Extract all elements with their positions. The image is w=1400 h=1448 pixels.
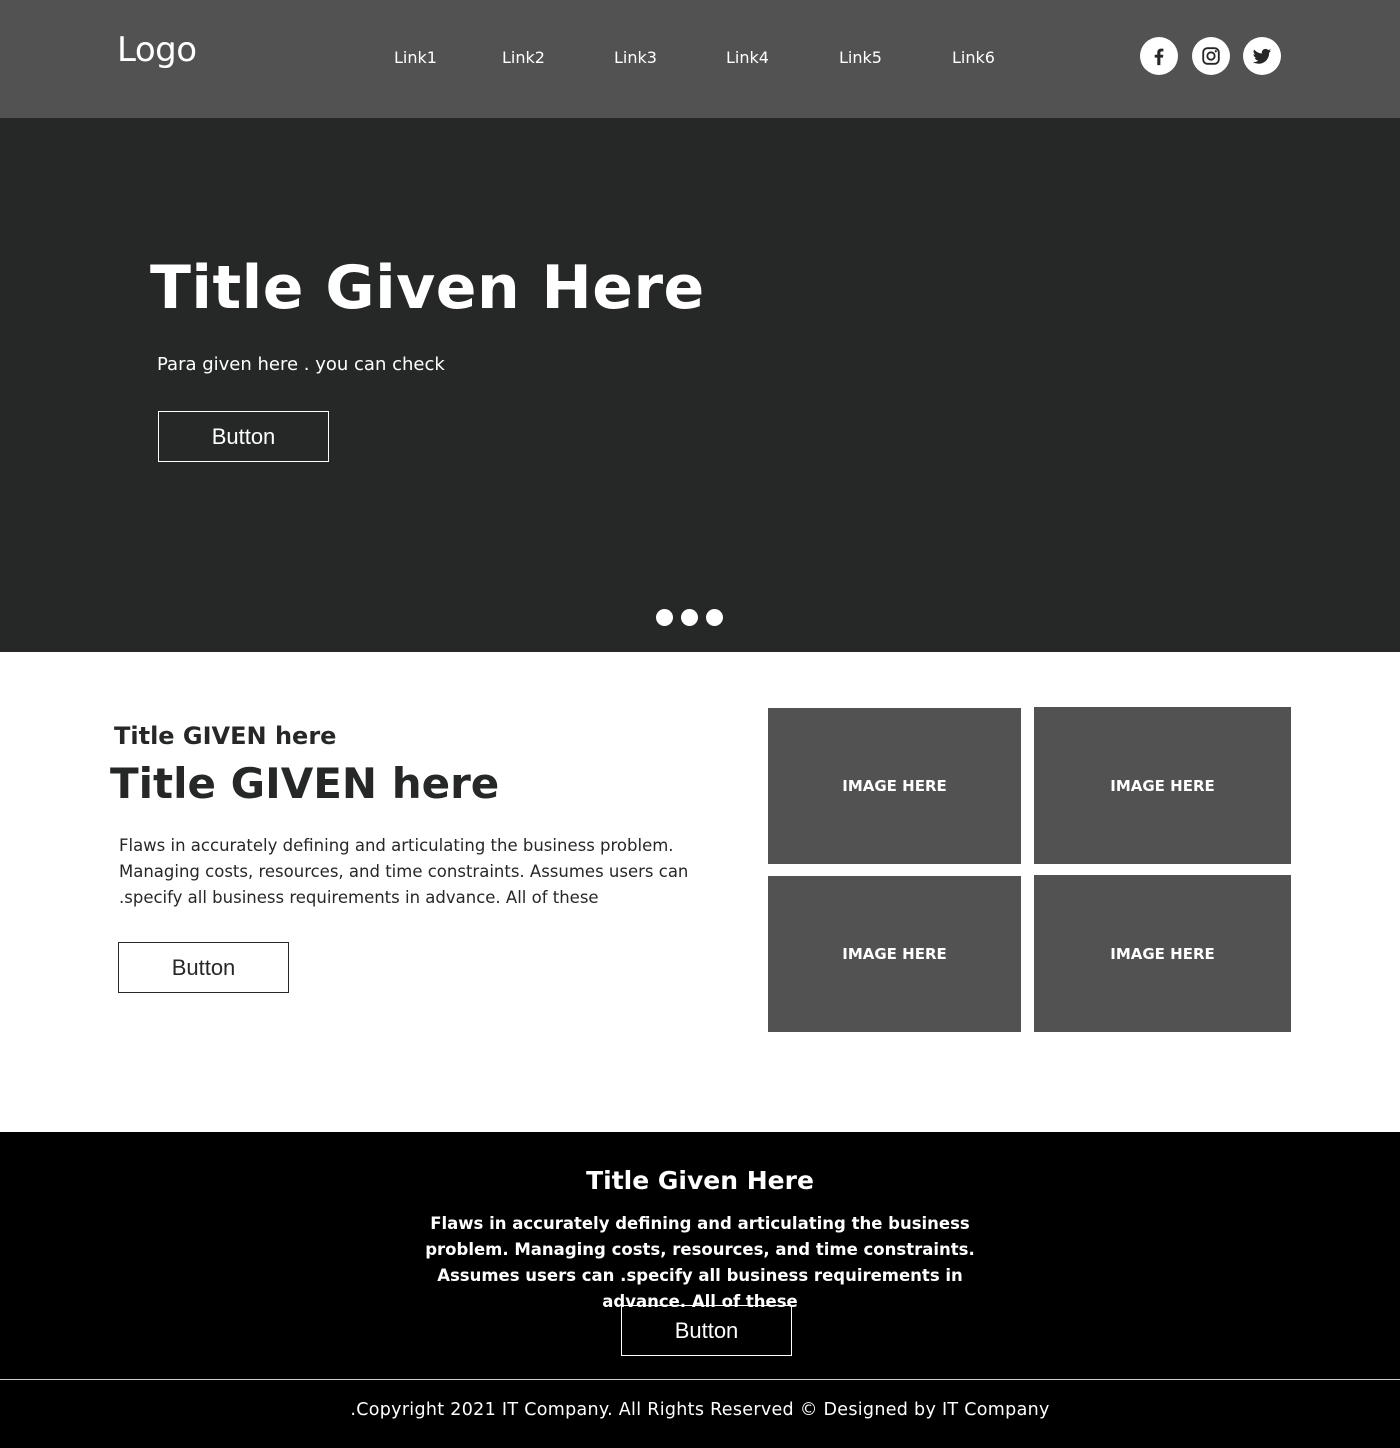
nav-link-5[interactable]: Link5 bbox=[839, 48, 882, 67]
image-placeholder-1: IMAGE HERE bbox=[768, 708, 1021, 864]
section-subtitle: Title GIVEN here bbox=[114, 722, 337, 750]
nav-link-1[interactable]: Link1 bbox=[394, 48, 437, 67]
hero-section: Title Given Here Para given here . you c… bbox=[0, 118, 1400, 652]
hero-button[interactable]: Button bbox=[158, 411, 329, 462]
site-footer: Title Given Here Flaws in accurately def… bbox=[0, 1132, 1400, 1448]
section-paragraph: Flaws in accurately defining and articul… bbox=[119, 836, 689, 907]
slider-dot-1[interactable] bbox=[656, 609, 673, 626]
instagram-icon[interactable] bbox=[1192, 37, 1230, 75]
footer-paragraph: Flaws in accurately defining and articul… bbox=[425, 1214, 975, 1311]
hero-paragraph: Para given here . you can check bbox=[157, 354, 445, 375]
nav-link-2[interactable]: Link2 bbox=[502, 48, 545, 67]
logo[interactable]: Logo bbox=[117, 30, 197, 70]
copyright-text: .Copyright 2021 IT Company. All Rights R… bbox=[350, 1400, 1050, 1420]
footer-divider bbox=[0, 1379, 1400, 1380]
image-placeholder-4: IMAGE HERE bbox=[1034, 875, 1291, 1032]
twitter-icon[interactable] bbox=[1243, 37, 1281, 75]
nav-link-4[interactable]: Link4 bbox=[726, 48, 769, 67]
section-title: Title GIVEN here bbox=[110, 759, 500, 808]
slider-dots bbox=[656, 609, 723, 626]
footer-title: Title Given Here bbox=[586, 1166, 814, 1195]
image-placeholder-3: IMAGE HERE bbox=[768, 876, 1021, 1032]
slider-dot-2[interactable] bbox=[681, 609, 698, 626]
hero-title: Title Given Here bbox=[150, 253, 705, 323]
section-button[interactable]: Button bbox=[118, 942, 289, 993]
nav-link-3[interactable]: Link3 bbox=[614, 48, 657, 67]
site-header: Logo Link1 Link2 Link3 Link4 Link5 Link6 bbox=[0, 0, 1400, 118]
image-placeholder-2: IMAGE HERE bbox=[1034, 707, 1291, 864]
content-section: Title GIVEN here Title GIVEN here Flaws … bbox=[0, 652, 1400, 1132]
slider-dot-3[interactable] bbox=[706, 609, 723, 626]
facebook-icon[interactable] bbox=[1140, 37, 1178, 75]
nav-link-6[interactable]: Link6 bbox=[952, 48, 995, 67]
footer-button[interactable]: Button bbox=[621, 1305, 792, 1356]
